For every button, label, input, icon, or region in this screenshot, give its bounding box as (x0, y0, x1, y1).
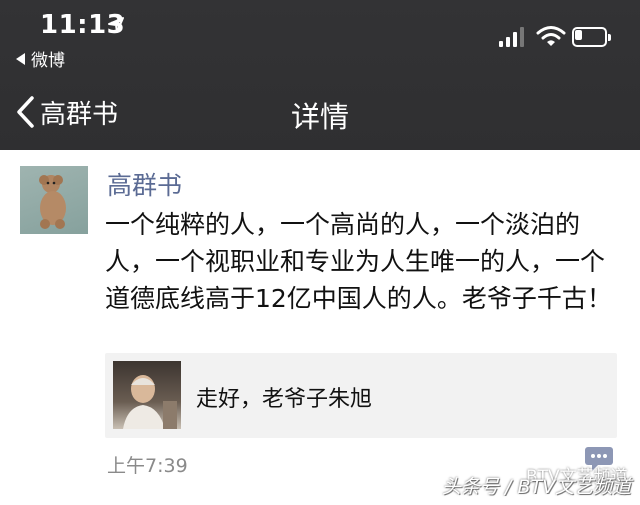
avatar[interactable] (20, 166, 88, 234)
wifi-icon (536, 26, 566, 46)
battery-icon (572, 27, 612, 47)
dog-avatar-image (39, 175, 66, 229)
article-thumbnail (113, 361, 181, 429)
watermark-text: 头条号 / BTV文艺频道 (442, 476, 632, 498)
author-name-link[interactable]: 高群书 (107, 166, 182, 202)
shared-article-card[interactable]: 走好，老爷子朱旭 (105, 353, 617, 438)
header: 11:13 微博 高群书 详情 (0, 0, 640, 150)
back-app-label: 微博 (31, 51, 65, 71)
back-triangle-icon (16, 52, 25, 65)
article-title: 走好，老爷子朱旭 (196, 387, 373, 412)
back-to-app-link[interactable]: 微博 (16, 46, 65, 71)
signal-icon (499, 27, 524, 47)
page-title: 详情 (290, 100, 349, 134)
post-timestamp: 上午7:39 (107, 455, 188, 477)
post-text: 一个纯粹的人，一个高尚的人，一个淡泊的人，一个视职业和专业为人生唯一的人，一个道… (105, 210, 612, 313)
location-arrow-icon (108, 17, 124, 33)
